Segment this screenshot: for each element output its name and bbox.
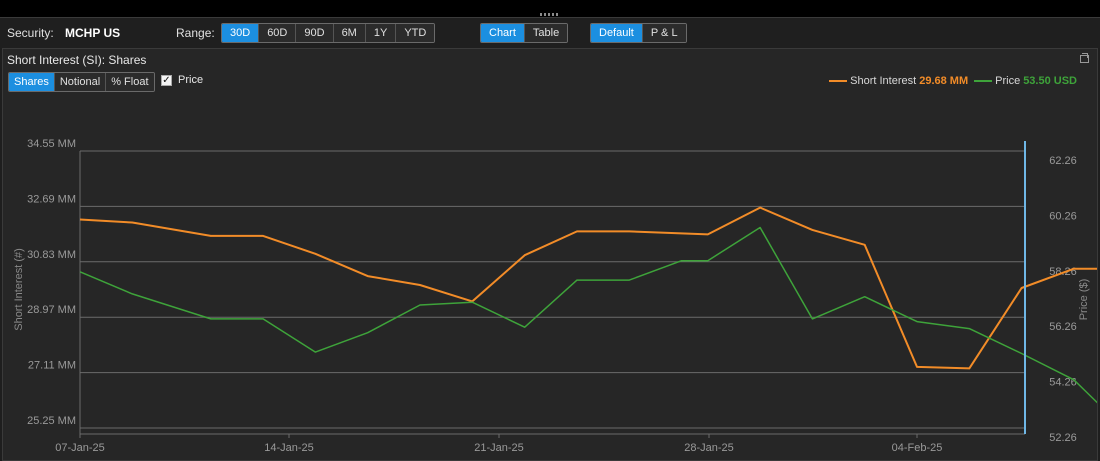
chart-panel: Short Interest (SI): Shares Shares Notion… — [2, 48, 1098, 461]
range-button-60d[interactable]: 60D — [259, 24, 297, 42]
price-line — [79, 226, 1097, 404]
mode-selector: Default P & L — [590, 23, 687, 43]
y-left-tick-label: 30.83 MM — [27, 249, 76, 261]
y-right-tick-label: 52.26 — [1049, 432, 1077, 444]
short-interest-line — [79, 206, 1097, 370]
y-left-tick-label: 32.69 MM — [27, 193, 76, 205]
mode-button-default[interactable]: Default — [591, 24, 643, 42]
range-selector: 30D 60D 90D 6M 1Y YTD — [221, 23, 436, 43]
toolbar: Security: MCHP US Range: 30D 60D 90D 6M 1Y YT… — [0, 18, 1100, 48]
x-tick-label: 04-Feb-25 — [892, 442, 943, 454]
y-left-tick-label: 25.25 MM — [27, 415, 76, 427]
view-selector: Chart Table — [480, 23, 569, 43]
x-tick-label: 28-Jan-25 — [684, 442, 734, 454]
y-left-tick-label: 27.11 MM — [28, 360, 76, 372]
x-tick-label: 14-Jan-25 — [264, 442, 314, 454]
security-label: Security: — [7, 26, 54, 40]
range-button-1y[interactable]: 1Y — [365, 24, 397, 42]
view-button-chart[interactable]: Chart — [481, 24, 525, 42]
resize-grip-icon[interactable] — [540, 13, 558, 16]
y-right-tick-label: 62.26 — [1049, 155, 1077, 167]
y-right-axis-title: Price ($) — [1078, 279, 1090, 321]
range-label: Range: — [176, 26, 215, 40]
y-right-tick-label: 60.26 — [1049, 210, 1077, 222]
view-button-table[interactable]: Table — [524, 24, 568, 42]
y-left-tick-label: 34.55 MM — [27, 138, 76, 150]
y-right-tick-label: 56.26 — [1049, 321, 1077, 333]
window-top-bar — [0, 0, 1100, 18]
range-button-30d[interactable]: 30D — [222, 24, 260, 42]
short-interest-chart: 34.55 MM62.2632.69 MM60.2630.83 MM58.262… — [13, 138, 1097, 454]
range-button-ytd[interactable]: YTD — [396, 24, 435, 42]
range-button-90d[interactable]: 90D — [296, 24, 334, 42]
x-tick-label: 21-Jan-25 — [474, 442, 524, 454]
y-left-tick-label: 28.97 MM — [27, 304, 76, 316]
y-left-axis-title: Short Interest (#) — [13, 248, 25, 331]
range-button-6m[interactable]: 6M — [333, 24, 366, 42]
x-tick-label: 07-Jan-25 — [55, 442, 105, 454]
mode-button-p-l[interactable]: P & L — [642, 24, 686, 42]
security-value[interactable]: MCHP US — [65, 26, 120, 40]
